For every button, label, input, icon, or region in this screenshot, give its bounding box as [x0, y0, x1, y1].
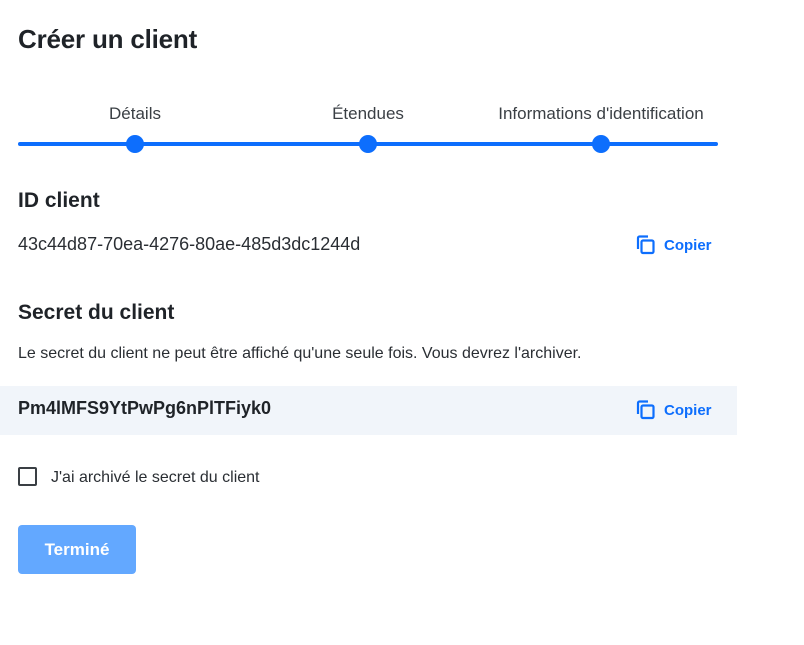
- copy-icon: [636, 400, 656, 420]
- step-dot: [592, 135, 610, 153]
- copy-icon: [636, 235, 656, 255]
- done-button[interactable]: Terminé: [18, 525, 136, 574]
- page-title: Créer un client: [18, 24, 198, 54]
- step-label: Détails: [109, 104, 161, 123]
- step-label: Informations d'identification: [498, 104, 704, 123]
- step-dot: [359, 135, 377, 153]
- copy-client-secret-button[interactable]: Copier: [636, 400, 712, 420]
- client-secret-value: Pm4lMFS9YtPwPg6nPlTFiyk0: [18, 398, 272, 418]
- create-client-page: Créer un client Détails Étendues Informa…: [0, 0, 804, 645]
- client-secret-heading: Secret du client: [18, 301, 175, 324]
- copy-label: Copier: [664, 236, 712, 254]
- client-id-value: 43c44d87-70ea-4276-80ae-485d3dc1244d: [18, 234, 361, 254]
- archive-checkbox-label: J'ai archivé le secret du client: [51, 469, 260, 486]
- stepper: Détails Étendues Informations d'identifi…: [18, 100, 718, 156]
- step-label: Étendues: [332, 104, 404, 123]
- client-secret-description: Le secret du client ne peut être affiché…: [18, 345, 582, 362]
- archive-confirmation[interactable]: J'ai archivé le secret du client: [18, 466, 259, 487]
- archive-checkbox[interactable]: [18, 467, 37, 486]
- copy-label: Copier: [664, 401, 712, 419]
- step-dot: [126, 135, 144, 153]
- copy-client-id-button[interactable]: Copier: [636, 235, 712, 255]
- client-id-heading: ID client: [18, 189, 100, 212]
- client-secret-box: Pm4lMFS9YtPwPg6nPlTFiyk0 Copier: [0, 386, 737, 435]
